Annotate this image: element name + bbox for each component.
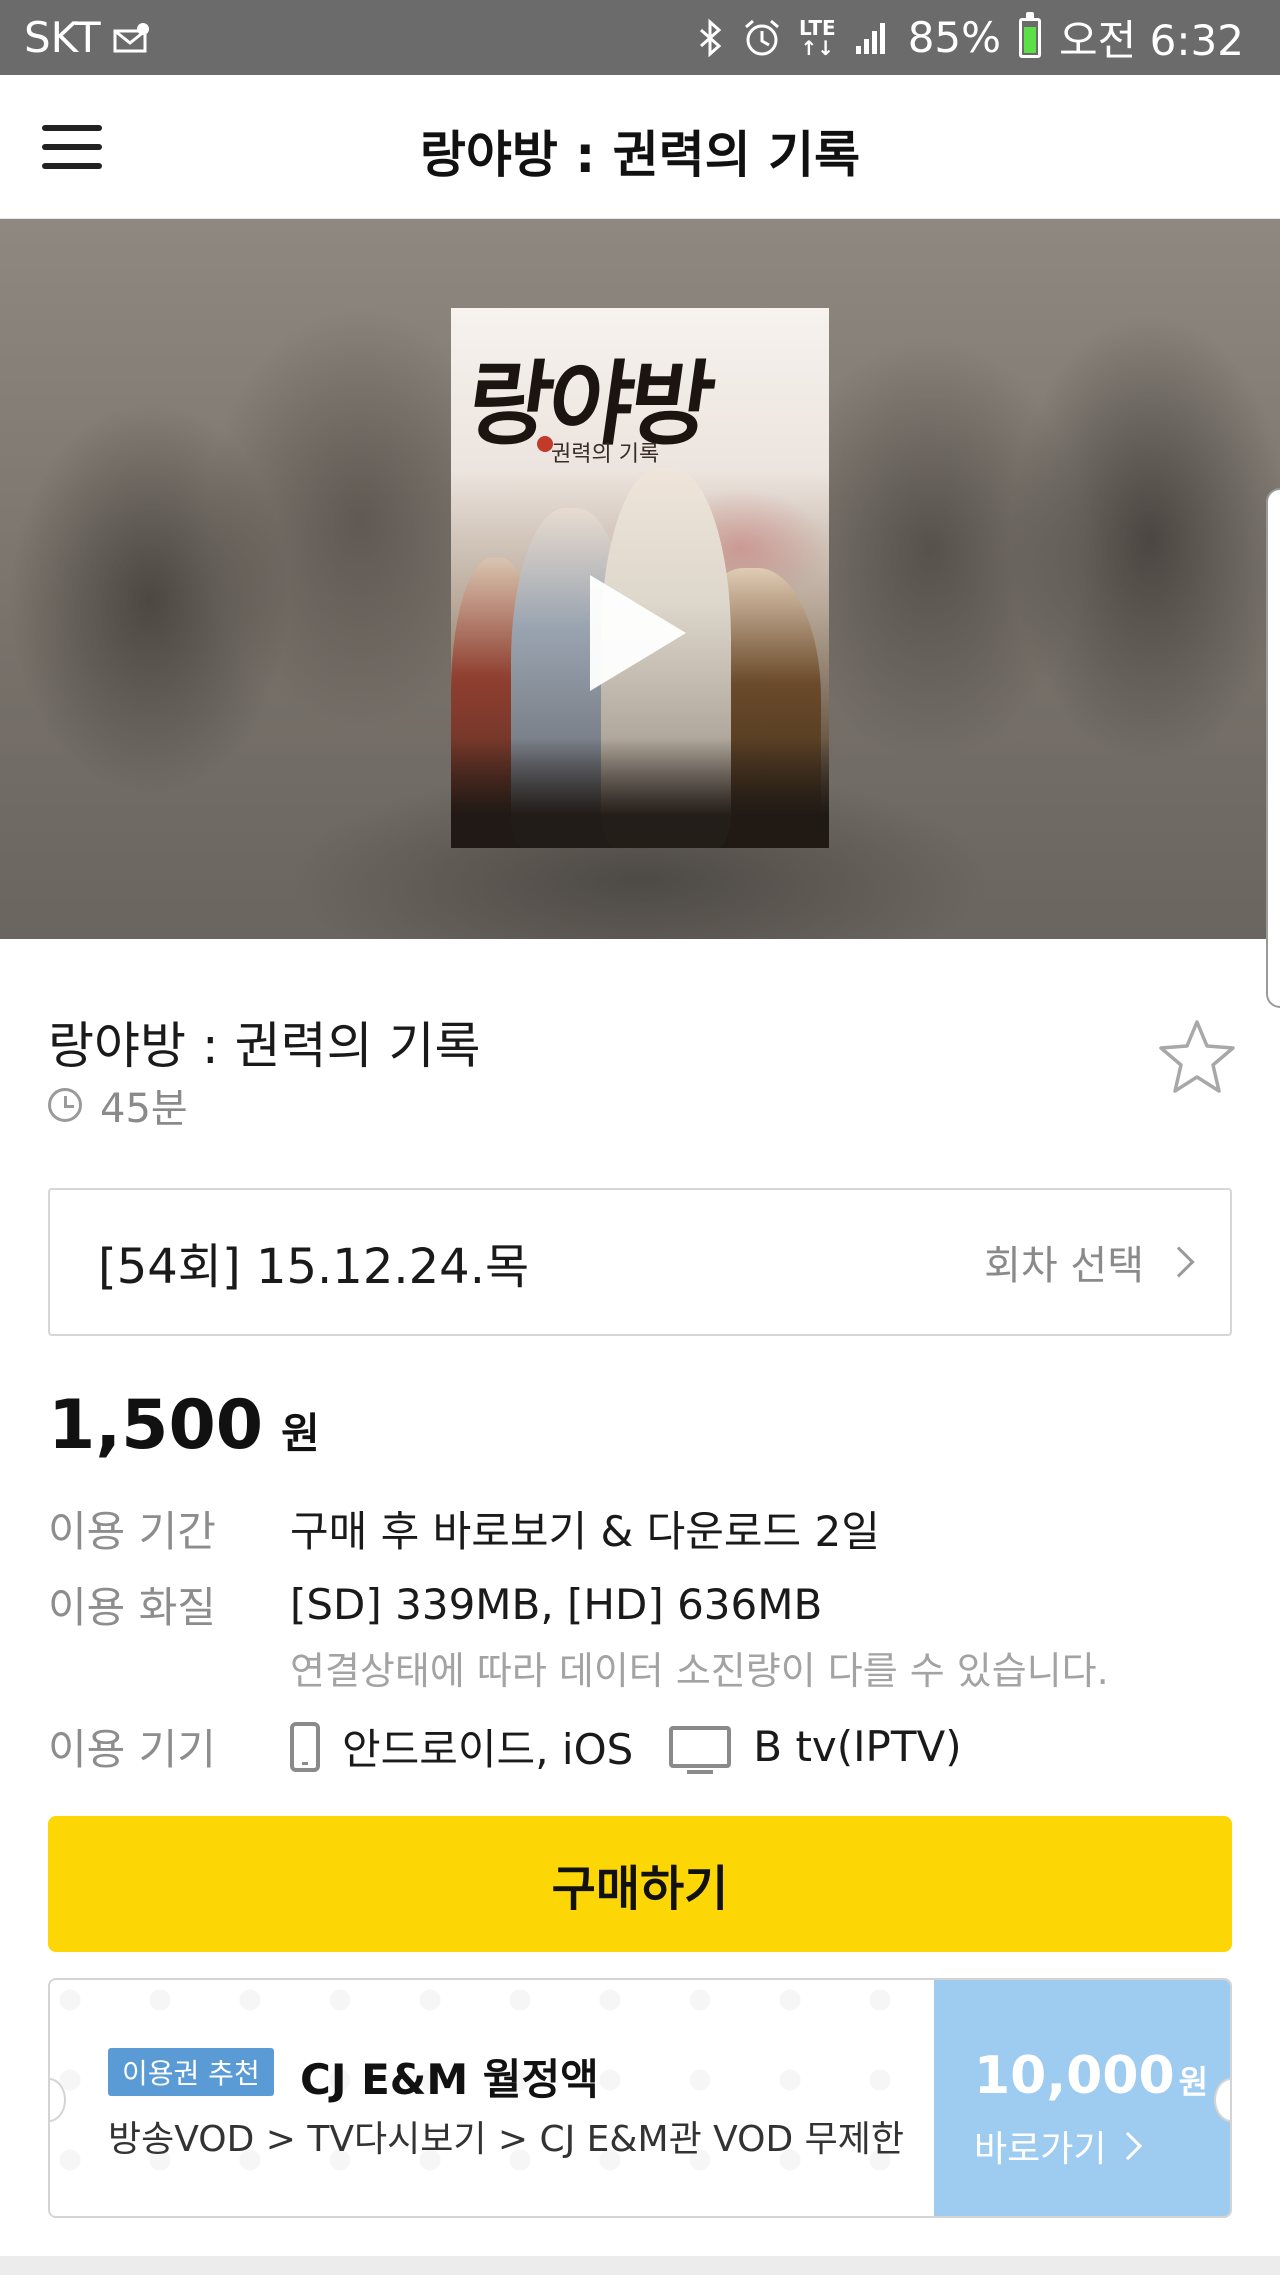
episode-select-label: 회차 선택 (984, 1243, 1144, 1289)
price-value: 1,500 (48, 1386, 264, 1465)
content-info: 랑야방 : 권력의 기록 45분 (48, 1000, 1238, 1132)
network-type-label: LTE (798, 15, 836, 40)
message-notification-icon (113, 21, 151, 55)
carrier-label: SKT (24, 13, 101, 62)
promo-price: 10,000 원 (974, 2046, 1208, 2106)
play-icon[interactable] (590, 575, 686, 691)
promo-price-panel[interactable]: 10,000 원 바로가기 (934, 1980, 1230, 2216)
spec-devices-list: 안드로이드, iOS B tv(IPTV) (290, 1716, 962, 1777)
status-bar: SKT LTE ↑↓ 85% 오전 6:32 (0, 0, 1280, 75)
alarm-icon (743, 18, 781, 58)
tv-icon (669, 1725, 732, 1774)
promo-price-value: 10,000 (974, 2046, 1175, 2106)
episode-select-action[interactable]: 회차 선택 (984, 1233, 1195, 1291)
smartphone-icon (290, 1721, 320, 1772)
price: 1,500 원 (48, 1386, 320, 1465)
battery-percent: 85% (907, 13, 1002, 62)
promo-go-label: 바로가기 (974, 2129, 1107, 2170)
status-left: SKT (24, 13, 151, 62)
spec-devices: 이용 기기 안드로이드, iOS B tv(IPTV) (48, 1716, 962, 1777)
device-tv: B tv(IPTV) (753, 1722, 962, 1771)
promo-price-unit: 원 (1178, 2063, 1209, 2101)
episode-selector[interactable]: [54회] 15.12.24.목 회차 선택 (48, 1188, 1232, 1336)
poster-ground-shadow (451, 738, 829, 848)
promo-info: 이용권 추천 CJ E&M 월정액 방송VOD > TV다시보기 > CJ E&… (50, 1980, 938, 2216)
app-header: 랑야방 : 권력의 기록 (0, 75, 1280, 219)
star-outline-icon[interactable] (1156, 1016, 1238, 1098)
episode-label: [54회] 15.12.24.목 (98, 1239, 530, 1295)
promo-ticket[interactable]: 이용권 추천 CJ E&M 월정액 방송VOD > TV다시보기 > CJ E&… (48, 1978, 1232, 2218)
buy-button[interactable]: 구매하기 (48, 1816, 1232, 1952)
data-arrows-icon: ↑↓ (800, 35, 835, 60)
signal-strength-icon (854, 20, 890, 56)
bluetooth-icon (697, 18, 725, 58)
price-unit: 원 (281, 1409, 320, 1458)
promo-category-path: 방송VOD > TV다시보기 > CJ E&M관 VOD 무제한 (108, 2119, 904, 2160)
battery-icon (1019, 11, 1042, 58)
promo-badge: 이용권 추천 (108, 2048, 274, 2096)
duration-value: 45분 (100, 1086, 188, 1132)
clock-icon (48, 1088, 82, 1122)
device-mobile: 안드로이드, iOS (342, 1725, 634, 1774)
side-drawer-handle[interactable] (1266, 488, 1280, 1008)
hero-banner: 랑야방 권력의 기록 (0, 219, 1280, 939)
spec-label: 이용 기기 (48, 1725, 216, 1774)
status-right: LTE ↑↓ 85% 오전 6:32 (697, 7, 1244, 68)
network-type-icon: LTE ↑↓ (799, 18, 836, 58)
spec-label: 이용 화질 (48, 1583, 216, 1632)
chevron-right-icon (1163, 1246, 1195, 1278)
clock-time: 오전 6:32 (1059, 16, 1244, 65)
spec-value: 구매 후 바로보기 & 다운로드 2일 (290, 1507, 880, 1556)
spec-quality: 이용 화질 [SD] 339MB, [HD] 636MB (48, 1574, 822, 1635)
promo-title: CJ E&M 월정액 (300, 2055, 599, 2104)
spec-period: 이용 기간 구매 후 바로보기 & 다운로드 2일 (48, 1498, 880, 1559)
bottom-divider (0, 2256, 1280, 2275)
chevron-right-icon (1114, 2131, 1143, 2161)
spec-label: 이용 기간 (48, 1507, 216, 1556)
spec-value: [SD] 339MB, [HD] 636MB (290, 1580, 823, 1629)
data-usage-note: 연결상태에 따라 데이터 소진량이 다를 수 있습니다. (290, 1649, 1109, 1693)
poster-subtitle: 권력의 기록 (551, 442, 660, 467)
page-title: 랑야방 : 권력의 기록 (419, 126, 861, 184)
content-title: 랑야방 : 권력의 기록 (48, 1017, 481, 1075)
duration: 45분 (48, 1076, 188, 1134)
promo-go-link[interactable]: 바로가기 (974, 2120, 1143, 2172)
